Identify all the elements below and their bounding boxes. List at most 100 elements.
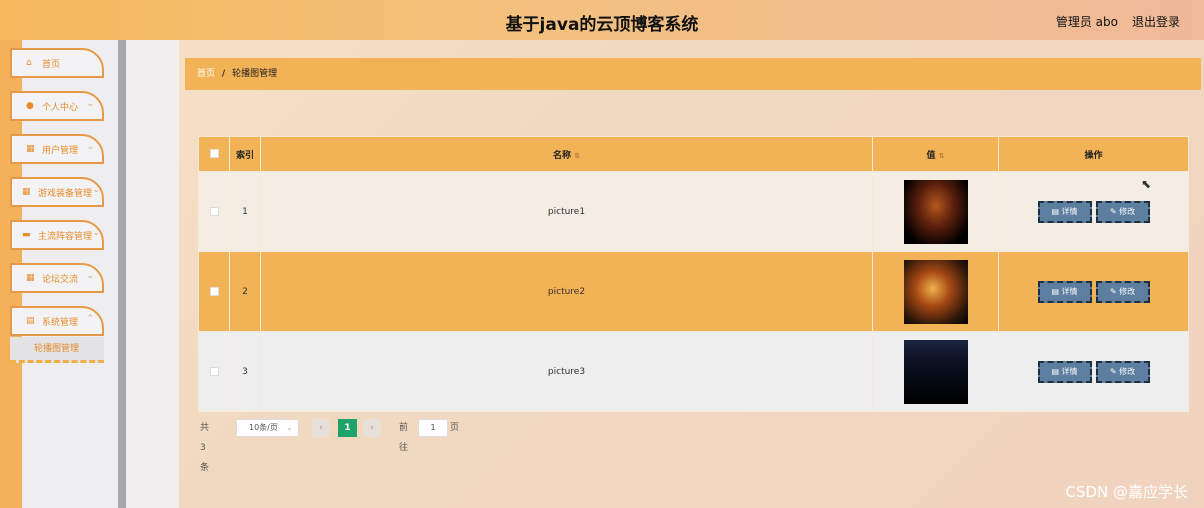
app-title: 基于java的云顶博客系统 — [505, 15, 699, 35]
breadcrumb-separator: / — [221, 69, 226, 79]
edit-icon: ✎ — [1109, 286, 1120, 296]
detail-button-label: 详情 — [1061, 366, 1078, 376]
breadcrumb-current: 轮播图管理 — [232, 69, 278, 79]
admin-label: 管理员 abo — [1055, 15, 1118, 29]
sidebar-item-equipment-management[interactable]: ▦ 游戏装备管理 ⌄ — [10, 177, 104, 207]
row-name: picture2 — [260, 251, 873, 332]
row-select-cell — [198, 171, 230, 252]
sidebar-item-label: 游戏装备管理 — [38, 188, 93, 199]
logout-link[interactable]: 退出登录 — [1132, 13, 1180, 30]
table-header-row: 索引 名称 ⇅ 值 ⇅ 操作 — [198, 136, 1189, 172]
header-name[interactable]: 名称 ⇅ — [260, 136, 873, 172]
grid-icon: ▦ — [22, 187, 31, 197]
sort-icon[interactable]: ⇅ — [574, 152, 580, 160]
watermark: CSDN @嘉应学长 — [1065, 483, 1188, 501]
sidebar-item-label: 主流阵容管理 — [38, 231, 93, 242]
chevron-down-icon: ⌄ — [92, 185, 100, 195]
sidebar-item-lineup-management[interactable]: ▬ 主流阵容管理 ⌄ — [10, 220, 104, 250]
detail-icon: ▤ — [1051, 206, 1062, 216]
detail-button-label: 详情 — [1061, 206, 1078, 216]
row-index: 2 — [229, 251, 261, 332]
carousel-table: 索引 名称 ⇅ 值 ⇅ 操作 1 picture1 ▤ 详情 ✎ 修改 2 pictu… — [198, 136, 1189, 412]
goto-page-input[interactable]: 1 — [418, 419, 448, 437]
edit-icon: ✎ — [1109, 366, 1120, 376]
row-checkbox[interactable] — [209, 366, 219, 376]
picture-thumbnail — [903, 259, 968, 324]
sidebar-item-label: 用户管理 — [42, 145, 79, 156]
page-size-value: 10条/页 — [249, 423, 278, 432]
detail-button[interactable]: ▤ 详情 — [1037, 280, 1092, 303]
picture-thumbnail — [903, 179, 968, 244]
edit-button-label: 修改 — [1119, 366, 1136, 376]
grid-icon: ▦ — [26, 144, 35, 154]
header-value-label: 值 — [926, 150, 936, 161]
trash-icon: ▤ — [26, 316, 35, 326]
table-row: 1 picture1 ▤ 详情 ✎ 修改 — [198, 171, 1189, 252]
row-actions: ▤ 详情 ✎ 修改 — [998, 251, 1189, 332]
row-name: picture1 — [260, 171, 873, 252]
user-icon: ● — [26, 101, 34, 111]
total-count: 共 3 条 — [200, 423, 210, 473]
sidebar-item-label: 首页 — [42, 59, 61, 70]
header-index: 索引 — [229, 136, 261, 172]
sidebar-item-user-management[interactable]: ▦ 用户管理 ⌄ — [10, 134, 104, 164]
breadcrumb: 首页 / 轮播图管理 — [185, 58, 1201, 90]
header-value[interactable]: 值 ⇅ — [872, 136, 999, 172]
page-unit-label: 页 — [450, 423, 460, 433]
submenu-item-carousel-management[interactable]: 轮播图管理 — [10, 337, 104, 363]
page-number-current[interactable]: 1 — [338, 419, 357, 437]
sidebar-item-home[interactable]: ⌂ 首页 — [10, 48, 104, 78]
detail-icon: ▤ — [1051, 366, 1062, 376]
chevron-down-icon: ⌄ — [86, 142, 94, 152]
sidebar-item-personal-center[interactable]: ● 个人中心 ⌄ — [10, 91, 104, 121]
select-all-checkbox[interactable] — [209, 149, 219, 158]
row-index: 1 — [229, 171, 261, 252]
edit-button[interactable]: ✎ 修改 — [1095, 280, 1150, 303]
chevron-down-icon: ⌄ — [86, 99, 94, 109]
row-name: picture3 — [260, 331, 873, 412]
mouse-cursor-icon: ⬉ — [1141, 177, 1152, 191]
table-row: 3 picture3 ▤ 详情 ✎ 修改 — [198, 331, 1189, 412]
edit-button-label: 修改 — [1119, 206, 1136, 216]
row-value — [872, 171, 999, 252]
detail-button[interactable]: ▤ 详情 — [1037, 200, 1092, 223]
sidebar-item-label: 个人中心 — [42, 102, 79, 113]
row-checkbox[interactable] — [209, 286, 219, 296]
edit-button-label: 修改 — [1119, 286, 1136, 296]
sidebar-item-label: 系统管理 — [42, 317, 79, 328]
sidebar-scrollbar[interactable] — [118, 40, 126, 508]
sidebar-item-forum[interactable]: ▦ 论坛交流 ⌄ — [10, 263, 104, 293]
header-name-label: 名称 — [553, 150, 572, 161]
row-actions: ▤ 详情 ✎ 修改 — [998, 331, 1189, 412]
sidebar-gap — [126, 40, 179, 508]
edit-button[interactable]: ✎ 修改 — [1095, 200, 1150, 223]
row-select-cell — [198, 251, 230, 332]
header-actions: 操作 — [998, 136, 1189, 172]
grid-icon: ▦ — [26, 273, 35, 283]
chevron-up-icon: ⌃ — [86, 314, 94, 324]
row-index: 3 — [229, 331, 261, 412]
chevron-down-icon: ⌄ — [86, 271, 94, 281]
row-value — [872, 331, 999, 412]
goto-label: 前往 — [399, 423, 409, 453]
detail-button-label: 详情 — [1061, 286, 1078, 296]
table-row: 2 picture2 ▤ 详情 ✎ 修改 — [198, 251, 1189, 332]
detail-icon: ▤ — [1051, 286, 1062, 296]
prev-page-button[interactable]: ‹ — [312, 419, 330, 437]
row-checkbox[interactable] — [209, 206, 219, 216]
home-icon: ⌂ — [26, 58, 32, 68]
sidebar-item-label: 论坛交流 — [42, 274, 79, 285]
sort-icon[interactable]: ⇅ — [939, 152, 945, 160]
row-select-cell — [198, 331, 230, 412]
row-value — [872, 251, 999, 332]
chevron-down-icon: ⌄ — [286, 423, 293, 432]
breadcrumb-home[interactable]: 首页 — [197, 69, 215, 79]
chevron-down-icon: ⌄ — [92, 228, 100, 238]
edit-button[interactable]: ✎ 修改 — [1095, 360, 1150, 383]
monitor-icon: ▬ — [22, 230, 31, 240]
page-size-select[interactable]: 10条/页 ⌄ — [236, 419, 299, 437]
sidebar-item-system-management[interactable]: ▤ 系统管理 ⌃ — [10, 306, 104, 336]
next-page-button[interactable]: › — [363, 419, 381, 437]
detail-button[interactable]: ▤ 详情 — [1037, 360, 1092, 383]
edit-icon: ✎ — [1109, 206, 1120, 216]
